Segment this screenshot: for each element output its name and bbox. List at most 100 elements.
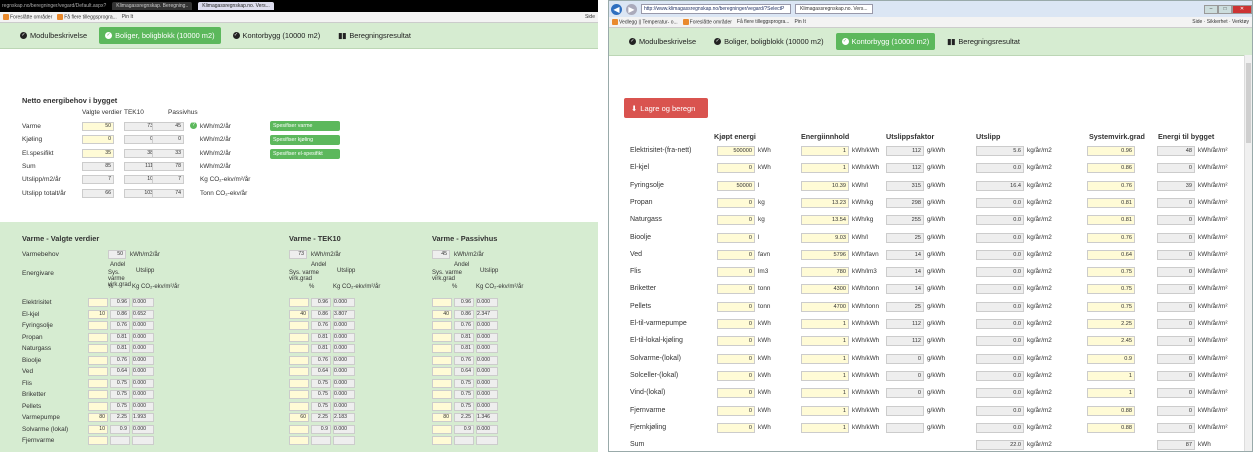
kjopt-energi-input[interactable]: 500000 (717, 146, 755, 156)
andel-input[interactable] (289, 344, 309, 353)
page-menu[interactable]: Side (585, 14, 595, 20)
kjopt-energi-input[interactable]: 0 (717, 232, 755, 243)
andel-input[interactable] (432, 436, 452, 445)
andel-input[interactable] (432, 332, 452, 342)
energiinnhold-input[interactable]: 1 (801, 319, 849, 329)
energiinnhold-input[interactable]: 1 (801, 146, 849, 156)
andel-input[interactable] (88, 367, 108, 376)
andel-input[interactable] (88, 401, 108, 411)
energiinnhold-input[interactable]: 780 (801, 267, 849, 278)
andel-input[interactable] (88, 332, 108, 342)
maximize-icon[interactable]: □ (1218, 4, 1232, 14)
tab-modulbeskrivelse[interactable]: ✓ Modulbeskrivelse (623, 33, 702, 50)
andel-input[interactable] (432, 378, 452, 388)
energiinnhold-input[interactable]: 10.39 (801, 180, 849, 191)
address-bar[interactable]: http://www.klimagassregnskap.no/beregnin… (641, 4, 791, 14)
energiinnhold-input[interactable]: 13.54 (801, 215, 849, 226)
andel-input[interactable] (432, 298, 452, 307)
energiinnhold-input[interactable]: 4300 (801, 284, 849, 295)
andel-input[interactable] (88, 298, 108, 307)
fav-item[interactable]: Foreslåtte områder (682, 18, 732, 25)
kjopt-energi-input[interactable]: 0 (717, 336, 755, 347)
help-icon[interactable]: ? (190, 122, 197, 129)
tab-beregningsresultat[interactable]: ▮▮ Beregningsresultat (941, 33, 1026, 50)
systemvirk-input[interactable]: 0.64 (1087, 249, 1135, 260)
andel-input[interactable] (289, 367, 309, 376)
andel-input[interactable] (289, 298, 309, 307)
andel-input[interactable] (289, 401, 309, 411)
scrollbar-thumb[interactable] (1246, 63, 1251, 143)
kjopt-energi-input[interactable]: 0 (717, 388, 755, 399)
tab-boliger[interactable]: ✓ Boliger, boligblokk (10000 m2) (99, 27, 221, 44)
kjopt-energi-input[interactable]: 0 (717, 284, 755, 295)
energiinnhold-input[interactable]: 4700 (801, 301, 849, 312)
andel-input[interactable] (88, 390, 108, 399)
andel-input[interactable] (88, 378, 108, 388)
andel-input[interactable] (289, 390, 309, 399)
browser-tab-active[interactable]: Klimagassregnskap.no. Vers... (795, 4, 873, 14)
andel-input[interactable] (432, 390, 452, 399)
browser-tab-active[interactable]: Klimagassregnskap.no. Vers... (198, 2, 274, 10)
andel-input[interactable]: 80 (88, 413, 108, 422)
andel-input[interactable] (289, 378, 309, 388)
andel-input[interactable] (432, 401, 452, 411)
forward-icon[interactable]: ▶ (626, 3, 637, 15)
energiinnhold-input[interactable]: 9.03 (801, 232, 849, 243)
andel-input[interactable]: 60 (289, 413, 309, 422)
systemvirk-input[interactable]: 0.81 (1087, 215, 1135, 226)
minimize-icon[interactable]: – (1204, 4, 1218, 14)
kjopt-energi-input[interactable]: 0 (717, 197, 755, 208)
save-and-calculate-button[interactable]: ⬇ Lagre og beregn (624, 98, 708, 118)
energiinnhold-input[interactable]: 1 (801, 353, 849, 364)
systemvirk-input[interactable]: 0.88 (1087, 422, 1135, 433)
kjopt-energi-input[interactable]: 0 (717, 405, 755, 416)
close-icon[interactable]: ✕ (1232, 4, 1252, 14)
systemvirk-input[interactable]: 1 (1087, 370, 1135, 381)
andel-input[interactable] (432, 424, 452, 434)
energiinnhold-input[interactable]: 1 (801, 405, 849, 416)
kjopt-energi-input[interactable]: 0 (717, 319, 755, 329)
andel-input[interactable] (88, 321, 108, 330)
back-icon[interactable]: ◀ (611, 3, 622, 15)
energiinnhold-input[interactable]: 1 (801, 336, 849, 347)
andel-input[interactable] (88, 344, 108, 353)
systemvirk-input[interactable]: 0.88 (1087, 405, 1135, 416)
fav-item[interactable]: Pin It (794, 19, 805, 25)
systemvirk-input[interactable]: 0.81 (1087, 197, 1135, 208)
systemvirk-input[interactable]: 0.76 (1087, 232, 1135, 243)
tab-kontorbygg[interactable]: ✓ Kontorbygg (10000 m2) (835, 33, 936, 50)
value-valgte[interactable]: 35 (82, 148, 114, 158)
kjopt-energi-input[interactable]: 0 (717, 163, 755, 174)
systemvirk-input[interactable]: 0.9 (1087, 353, 1135, 364)
andel-input[interactable] (289, 321, 309, 330)
scrollbar[interactable] (1244, 55, 1252, 451)
security-menu[interactable]: Sikkerhet (1207, 19, 1228, 25)
tab-boliger[interactable]: ✓ Boliger, boligblokk (10000 m2) (708, 33, 829, 50)
fav-item[interactable]: Få flere tilleggsprogra... (57, 13, 117, 20)
tab-modulbeskrivelse[interactable]: ✓ Modulbeskrivelse (14, 27, 93, 44)
andel-input[interactable] (432, 344, 452, 353)
andel-input[interactable] (432, 321, 452, 330)
browser-tab[interactable]: Klimagassregnskap. Beregning.. (112, 2, 193, 10)
systemvirk-input[interactable]: 0.75 (1087, 267, 1135, 278)
value-valgte[interactable]: 0 (82, 135, 114, 145)
value-valgte[interactable]: 50 (82, 122, 114, 131)
andel-input[interactable] (289, 332, 309, 342)
energiinnhold-input[interactable]: 13.23 (801, 197, 849, 208)
andel-input[interactable] (88, 436, 108, 445)
andel-input[interactable] (432, 355, 452, 365)
systemvirk-input[interactable]: 1 (1087, 388, 1135, 399)
systemvirk-input[interactable]: 0.75 (1087, 284, 1135, 295)
andel-input[interactable] (289, 355, 309, 365)
energiinnhold-input[interactable]: 1 (801, 370, 849, 381)
systemvirk-input[interactable]: 0.76 (1087, 180, 1135, 191)
fav-item[interactable]: Få flere tilleggsprogra... (737, 19, 790, 25)
andel-input[interactable]: 40 (289, 309, 309, 319)
kjopt-energi-input[interactable]: 0 (717, 249, 755, 260)
systemvirk-input[interactable]: 0.96 (1087, 146, 1135, 156)
spesifiser-button[interactable]: Spesifiser el-spesifikt (270, 149, 340, 159)
kjopt-energi-input[interactable]: 0 (717, 353, 755, 364)
energiinnhold-input[interactable]: 1 (801, 388, 849, 399)
andel-input[interactable] (289, 424, 309, 434)
page-menu[interactable]: Side (1192, 19, 1202, 25)
